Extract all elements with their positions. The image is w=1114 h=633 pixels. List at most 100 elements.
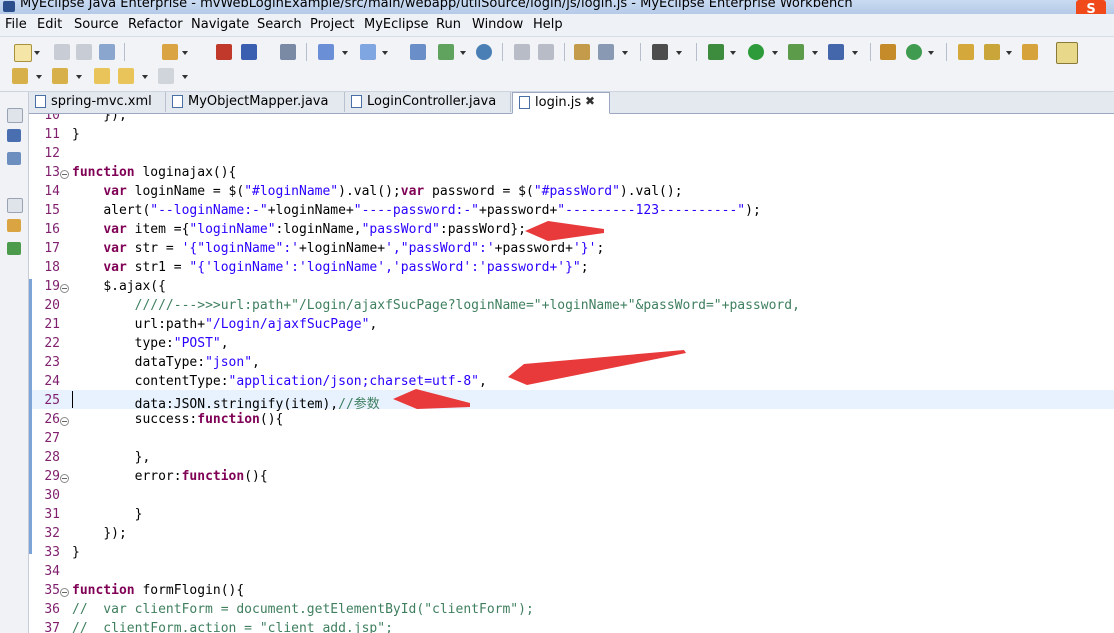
code-line-13: function loginajax(){: [72, 165, 237, 180]
code-line-18: var str1 = "{'loginName':'loginName','pa…: [103, 260, 589, 275]
package-icon[interactable]: [241, 44, 257, 60]
external-tools-icon[interactable]: [788, 44, 804, 60]
lock-icon[interactable]: [280, 44, 296, 60]
folder-icon[interactable]: [1022, 44, 1038, 60]
close-icon[interactable]: ✖: [585, 94, 595, 108]
restore-lower-icon[interactable]: [7, 198, 23, 213]
next-annotation-dropdown-icon[interactable]: [36, 75, 42, 79]
restore-icon[interactable]: [7, 108, 23, 123]
camera-icon[interactable]: [652, 44, 668, 60]
toggle-edit-icon[interactable]: [1056, 42, 1078, 64]
package-explorer-icon[interactable]: [7, 129, 21, 142]
code-line-15: alert("--loginName:-"+loginName+"----pas…: [103, 203, 761, 218]
tab-label: spring-mvc.xml: [51, 94, 152, 109]
line-number: 18: [44, 260, 60, 275]
menu-search[interactable]: Search: [257, 17, 302, 32]
menu-file[interactable]: File: [5, 17, 27, 32]
tab-logincontroller-java[interactable]: LoginController.java: [345, 92, 511, 112]
run-icon[interactable]: [748, 44, 764, 60]
code-line-22: type:"POST",: [134, 336, 229, 351]
tab-login-js[interactable]: login.js ✖: [512, 92, 610, 114]
save-icon[interactable]: [54, 44, 70, 60]
prev-annotation-icon[interactable]: [52, 68, 68, 84]
cut-icon[interactable]: [514, 44, 530, 60]
menu-run[interactable]: Run: [436, 17, 461, 32]
code-line-10: });: [72, 114, 127, 123]
tools-dropdown-icon[interactable]: [812, 51, 818, 55]
new-package-dropdown-icon[interactable]: [928, 51, 934, 55]
gear-dropdown-icon[interactable]: [622, 51, 628, 55]
deploy-icon[interactable]: [162, 44, 178, 60]
browser-icon[interactable]: [360, 44, 376, 60]
line-number: 10: [44, 114, 60, 123]
menu-window[interactable]: Window: [472, 17, 523, 32]
menu-navigate[interactable]: Navigate: [191, 17, 249, 32]
fold-toggle-icon[interactable]: [60, 474, 69, 483]
image-icon[interactable]: [574, 44, 590, 60]
server-icon[interactable]: [216, 44, 232, 60]
code-line-25: data:JSON.stringify(item),//参数: [134, 397, 380, 412]
deploy-dropdown-icon[interactable]: [182, 51, 188, 55]
fold-toggle-icon[interactable]: [60, 284, 69, 293]
coverage-dropdown-icon[interactable]: [852, 51, 858, 55]
wizard-dropdown-icon[interactable]: [342, 51, 348, 55]
browser-dropdown-icon[interactable]: [382, 51, 388, 55]
open-type-icon[interactable]: [410, 44, 426, 60]
print-icon[interactable]: [99, 44, 115, 60]
wizard-icon[interactable]: [318, 44, 334, 60]
new-class-icon[interactable]: [880, 44, 896, 60]
new-package-icon[interactable]: [906, 44, 922, 60]
menu-edit[interactable]: Edit: [37, 17, 62, 32]
fold-toggle-icon[interactable]: [60, 170, 69, 179]
servers-icon[interactable]: [7, 242, 21, 255]
code-editor[interactable]: }); } function loginajax(){ var loginNam…: [29, 114, 1114, 633]
new-dropdown-icon[interactable]: [34, 51, 40, 55]
back-dropdown-icon[interactable]: [142, 75, 148, 79]
open-task-icon[interactable]: [438, 44, 454, 60]
open-folder-icon[interactable]: [958, 44, 974, 60]
task-dropdown-icon[interactable]: [460, 51, 466, 55]
forward-icon[interactable]: [158, 68, 174, 84]
code-line-35: function formFlogin(){: [72, 583, 245, 598]
tab-label: MyObjectMapper.java: [188, 94, 329, 109]
coverage-icon[interactable]: [828, 44, 844, 60]
forward-dropdown-icon[interactable]: [182, 75, 188, 79]
tab-spring-mvc-xml[interactable]: spring-mvc.xml: [29, 92, 166, 112]
gear-icon[interactable]: [598, 44, 614, 60]
code-line-21: url:path+"/Login/ajaxfSucPage",: [134, 317, 378, 332]
menu-source[interactable]: Source: [74, 17, 119, 32]
fold-toggle-icon[interactable]: [60, 417, 69, 426]
code-line-20: /////--->>>url:path+"/Login/ajaxfSucPage…: [134, 298, 800, 313]
debug-icon[interactable]: [708, 44, 724, 60]
outline-icon[interactable]: [7, 219, 21, 232]
copy-icon[interactable]: [538, 44, 554, 60]
next-annotation-icon[interactable]: [12, 68, 28, 84]
line-number: 23: [44, 355, 60, 370]
tab-label: LoginController.java: [367, 94, 497, 109]
new-file-icon[interactable]: [14, 44, 32, 62]
last-edit-icon[interactable]: [94, 68, 110, 84]
menu-refactor[interactable]: Refactor: [128, 17, 183, 32]
code-line-24: contentType:"application/json;charset=ut…: [134, 374, 487, 389]
hierarchy-icon[interactable]: [7, 152, 21, 165]
prev-annotation-dropdown-icon[interactable]: [76, 75, 82, 79]
code-line-31: }: [134, 507, 143, 522]
editor-tab-bar: spring-mvc.xml MyObjectMapper.java Login…: [29, 92, 1114, 114]
globe-icon[interactable]: [476, 44, 492, 60]
pencil-dropdown-icon[interactable]: [1006, 51, 1012, 55]
run-dropdown-icon[interactable]: [772, 51, 778, 55]
back-icon[interactable]: [118, 68, 134, 84]
fold-toggle-icon[interactable]: [60, 588, 69, 597]
tab-myobjectmapper-java[interactable]: MyObjectMapper.java: [166, 92, 345, 112]
menu-myeclipse[interactable]: MyEclipse: [364, 17, 429, 32]
pencil-icon[interactable]: [984, 44, 1000, 60]
code-line-23: dataType:"json",: [134, 355, 260, 370]
save-all-icon[interactable]: [76, 44, 92, 60]
menu-project[interactable]: Project: [310, 17, 354, 32]
camera-dropdown-icon[interactable]: [676, 51, 682, 55]
code-line-17: var str = '{"loginName":'+loginName+',"p…: [103, 241, 605, 256]
menu-help[interactable]: Help: [533, 17, 563, 32]
debug-dropdown-icon[interactable]: [730, 51, 736, 55]
line-number: 12: [44, 146, 60, 161]
line-number: 36: [44, 602, 60, 617]
